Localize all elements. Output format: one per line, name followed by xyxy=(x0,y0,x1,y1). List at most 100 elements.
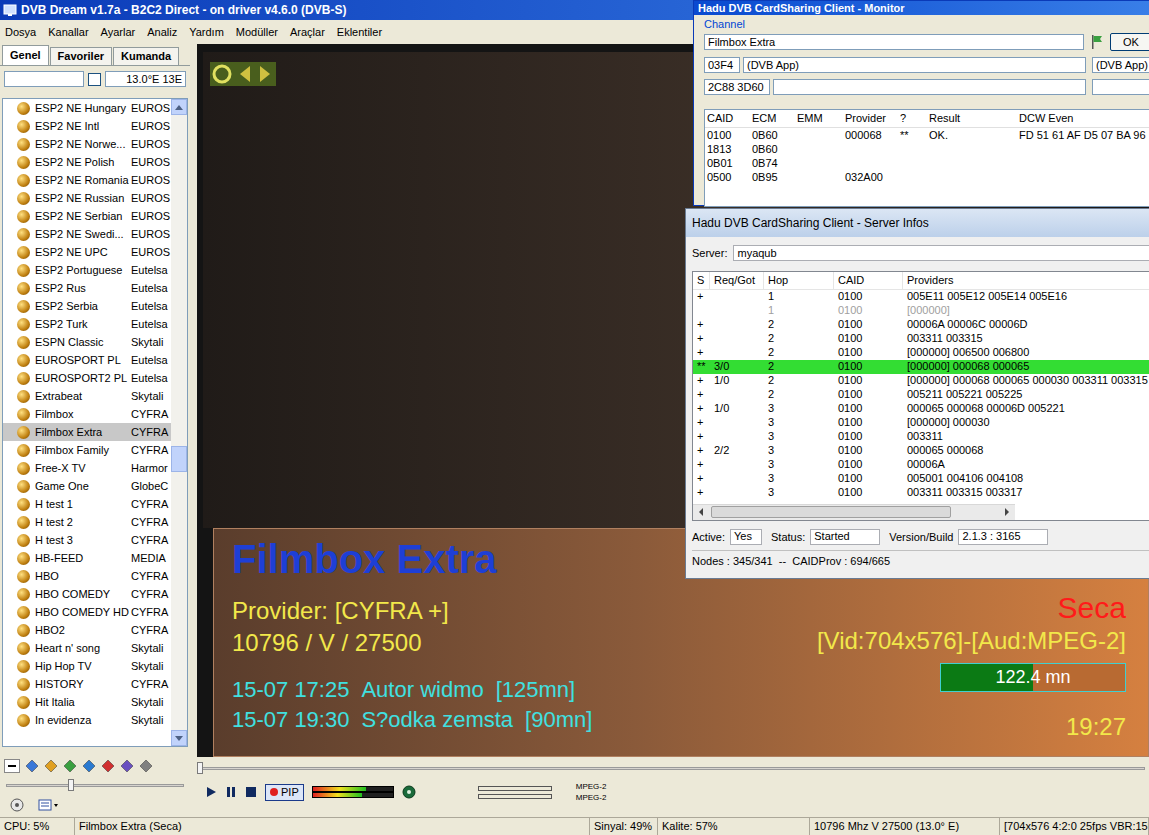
channel-row[interactable]: EUROSPORT PLEutelsa xyxy=(3,351,171,369)
channel-row[interactable]: H test 1CYFRA xyxy=(3,495,171,513)
channel-row[interactable]: HBOCYFRA xyxy=(3,567,171,585)
server-node-row[interactable]: +2010000006A 00006C 00006D xyxy=(693,318,1149,332)
channel-row[interactable]: ESP2 NE RussianEUROS xyxy=(3,189,171,207)
channel-row[interactable]: HBO COMEDYCYFRA xyxy=(3,585,171,603)
server-node-row[interactable]: +30100003311 xyxy=(693,430,1149,444)
position-thumb[interactable] xyxy=(197,762,203,774)
info-field[interactable]: (DVB App) xyxy=(743,57,1086,73)
channel-row[interactable]: ESP2 SerbiaEutelsa xyxy=(3,297,171,315)
channel-row[interactable]: ESP2 TurkEutelsa xyxy=(3,315,171,333)
channel-row[interactable]: EUROSPORT2 PLEutelsa xyxy=(3,369,171,387)
horizontal-scrollbar[interactable] xyxy=(693,504,1015,520)
info-field[interactable]: 2C88 3D60 xyxy=(704,79,770,95)
channel-row[interactable]: ESP2 NE UPCEUROS xyxy=(3,243,171,261)
menu-item[interactable]: Kanallar xyxy=(48,24,88,41)
channel-row[interactable]: ESP2 NE Norwe...EUROS xyxy=(3,135,171,153)
channel-row[interactable]: HBO2CYFRA xyxy=(3,621,171,639)
tool-icon[interactable] xyxy=(139,759,153,773)
info-field[interactable] xyxy=(773,79,1086,95)
version-field[interactable]: 2.1.3 : 3165 xyxy=(958,529,1048,545)
channel-row[interactable]: HISTORYCYFRA xyxy=(3,675,171,693)
server-node-row[interactable]: +20100005211 005221 005225 xyxy=(693,388,1149,402)
pause-icon[interactable] xyxy=(225,786,237,798)
h-scroll-thumb[interactable] xyxy=(711,506,951,518)
ecm-row[interactable]: 18130B60 xyxy=(705,142,1149,156)
channel-row[interactable]: Free-X TVHarmor xyxy=(3,459,171,477)
ok-button[interactable]: OK xyxy=(1110,33,1149,51)
column-header[interactable]: Providers xyxy=(903,272,1149,289)
channel-row[interactable]: ExtrabeatSkytali xyxy=(3,387,171,405)
server-node-row[interactable]: +1/020100[000000] 000068 000065 000030 0… xyxy=(693,374,1149,388)
info-field[interactable]: 03F4 xyxy=(704,57,740,73)
play-icon[interactable] xyxy=(205,786,217,798)
channel-row[interactable]: Hit ItaliaSkytali xyxy=(3,693,171,711)
menu-item[interactable]: Modüller xyxy=(236,24,278,41)
column-header[interactable]: CAID xyxy=(834,272,903,289)
channel-row[interactable]: ESPN ClassicSkytali xyxy=(3,333,171,351)
channel-row[interactable]: ESP2 NE RomaniaEUROS xyxy=(3,171,171,189)
server-node-row[interactable]: +30100[000000] 000030 xyxy=(693,416,1149,430)
menu-item[interactable]: Yardım xyxy=(189,24,224,41)
flag-icon[interactable] xyxy=(1090,34,1104,50)
server-node-row[interactable]: +30100005001 004106 004108 xyxy=(693,472,1149,486)
server-node-row[interactable]: +30100003311 003315 003317 xyxy=(693,486,1149,500)
server-field[interactable]: myaqub xyxy=(733,245,1149,261)
channel-row[interactable]: H test 3CYFRA xyxy=(3,531,171,549)
scroll-up-button[interactable] xyxy=(171,99,187,115)
volume-thumb[interactable] xyxy=(68,779,74,791)
list-icon[interactable] xyxy=(38,798,60,812)
channel-field[interactable]: Filmbox Extra xyxy=(704,34,1084,50)
channel-row[interactable]: Game OneGlobeC xyxy=(3,477,171,495)
scroll-down-button[interactable] xyxy=(171,730,187,746)
column-header[interactable]: CAID xyxy=(707,110,752,127)
column-header[interactable]: EMM xyxy=(797,110,845,127)
menu-item[interactable]: Eklentiler xyxy=(337,24,382,41)
server-node-row[interactable]: +1/030100000065 000068 00006D 005221 xyxy=(693,402,1149,416)
column-header[interactable]: ? xyxy=(900,110,929,127)
channel-row[interactable]: ESP2 PortugueseEutelsa xyxy=(3,261,171,279)
channel-row[interactable]: Hip Hop TVSkytali xyxy=(3,657,171,675)
column-header[interactable]: Hop xyxy=(764,272,834,289)
server-node-row[interactable]: +2/230100000065 000068 xyxy=(693,444,1149,458)
server-node-row[interactable]: **3/020100[000000] 000068 000065 xyxy=(693,360,1149,374)
audio-mode-icon[interactable] xyxy=(402,785,416,799)
menu-item[interactable]: Analiz xyxy=(147,24,177,41)
ecm-row[interactable]: 05000B95032A00 xyxy=(705,170,1149,184)
column-header[interactable]: ECM xyxy=(752,110,797,127)
server-node-row[interactable]: +20100003311 003315 xyxy=(693,332,1149,346)
info-field[interactable]: (DVB App) xyxy=(1092,57,1149,73)
column-header[interactable]: Req/Got xyxy=(710,272,764,289)
search-checkbox[interactable] xyxy=(88,73,101,86)
server-node-row[interactable]: +3010000006A xyxy=(693,458,1149,472)
column-header[interactable]: Result xyxy=(929,110,1019,127)
column-header[interactable]: DCW Even xyxy=(1019,110,1149,127)
active-field[interactable]: Yes xyxy=(730,529,762,545)
record-icon[interactable] xyxy=(10,798,24,812)
position-slider[interactable] xyxy=(197,757,1149,779)
menu-item[interactable]: Ayarlar xyxy=(101,24,136,41)
ecm-row[interactable]: 01000B60000068**OK.FD 51 61 AF D5 07 BA … xyxy=(705,128,1149,142)
tool-icon[interactable] xyxy=(25,759,39,773)
channel-row[interactable]: HB-FEEDMEDIA xyxy=(3,549,171,567)
channel-row[interactable]: ESP2 NE SerbianEUROS xyxy=(3,207,171,225)
tab[interactable]: Kumanda xyxy=(113,47,179,65)
column-header[interactable]: Provider xyxy=(845,110,900,127)
stop-icon[interactable] xyxy=(245,786,257,798)
channel-row[interactable]: ESP2 NE PolishEUROS xyxy=(3,153,171,171)
pip-button[interactable]: PIP xyxy=(265,784,304,801)
channel-row[interactable]: H test 2CYFRA xyxy=(3,513,171,531)
channel-row[interactable]: ESP2 NE IntlEUROS xyxy=(3,117,171,135)
channel-row[interactable]: HBO COMEDY HDCYFRA xyxy=(3,603,171,621)
channel-row[interactable]: Filmbox ExtraCYFRA xyxy=(3,423,171,441)
scroll-thumb[interactable] xyxy=(171,446,187,472)
right-arrow-icon[interactable] xyxy=(999,504,1015,520)
channel-row[interactable]: ESP2 NE Swedi...EUROS xyxy=(3,225,171,243)
server-node-row[interactable]: 10100[000000] xyxy=(693,304,1149,318)
tool-icon[interactable] xyxy=(44,759,58,773)
tool-icon[interactable] xyxy=(63,759,77,773)
channel-row[interactable]: Filmbox FamilyCYFRA xyxy=(3,441,171,459)
left-arrow-icon[interactable] xyxy=(693,504,709,520)
tool-icon[interactable] xyxy=(101,759,115,773)
channel-row[interactable]: ESP2 NE HungaryEUROS xyxy=(3,99,171,117)
channel-row[interactable]: FilmboxCYFRA xyxy=(3,405,171,423)
